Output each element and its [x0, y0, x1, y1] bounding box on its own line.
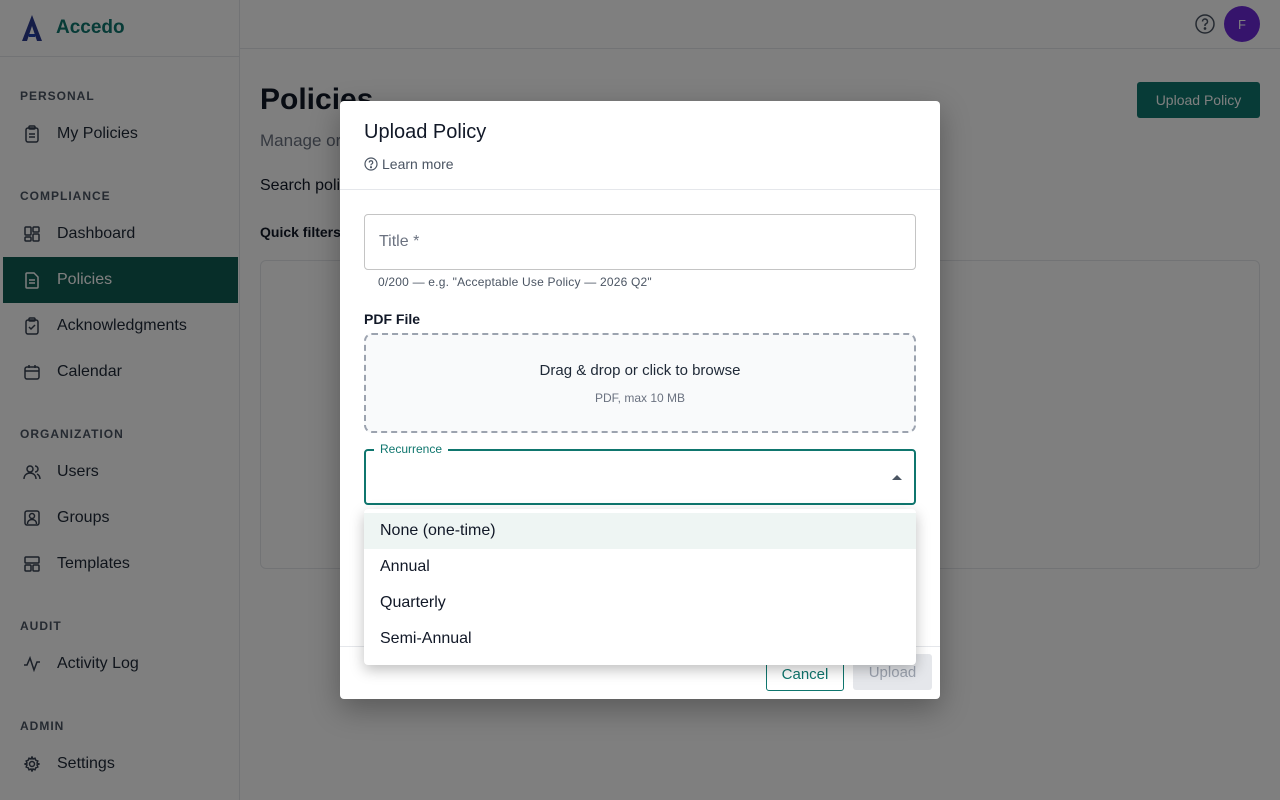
- menu-option-semi-annual[interactable]: Semi-Annual: [364, 621, 916, 657]
- help-circle-icon: [364, 157, 378, 171]
- pdf-file-label: PDF File: [364, 311, 421, 327]
- pdf-dropzone[interactable]: Drag & drop or click to browse PDF, max …: [364, 333, 916, 433]
- chevron-up-icon: [892, 475, 902, 480]
- dropzone-sub-text: PDF, max 10 MB: [594, 390, 686, 405]
- dialog-header: Upload Policy Learn more: [340, 101, 940, 190]
- learn-more-link[interactable]: Learn more: [364, 156, 916, 172]
- recurrence-label: Recurrence: [374, 442, 449, 456]
- recurrence-menu: None (one-time) Annual Quarterly Semi-An…: [364, 509, 916, 665]
- title-helper-text: 0/200 — e.g. "Acceptable Use Policy — 20…: [378, 275, 652, 289]
- dropzone-main-text: Drag & drop or click to browse: [539, 361, 741, 379]
- learn-more-label: Learn more: [382, 156, 454, 172]
- menu-option-annual[interactable]: Annual: [364, 549, 916, 585]
- title-input[interactable]: [379, 233, 901, 251]
- menu-option-quarterly[interactable]: Quarterly: [364, 585, 916, 621]
- dialog-title: Upload Policy: [364, 121, 487, 143]
- title-field[interactable]: [364, 214, 916, 270]
- menu-option-none[interactable]: None (one-time): [364, 513, 916, 549]
- recurrence-select[interactable]: Recurrence: [364, 442, 916, 505]
